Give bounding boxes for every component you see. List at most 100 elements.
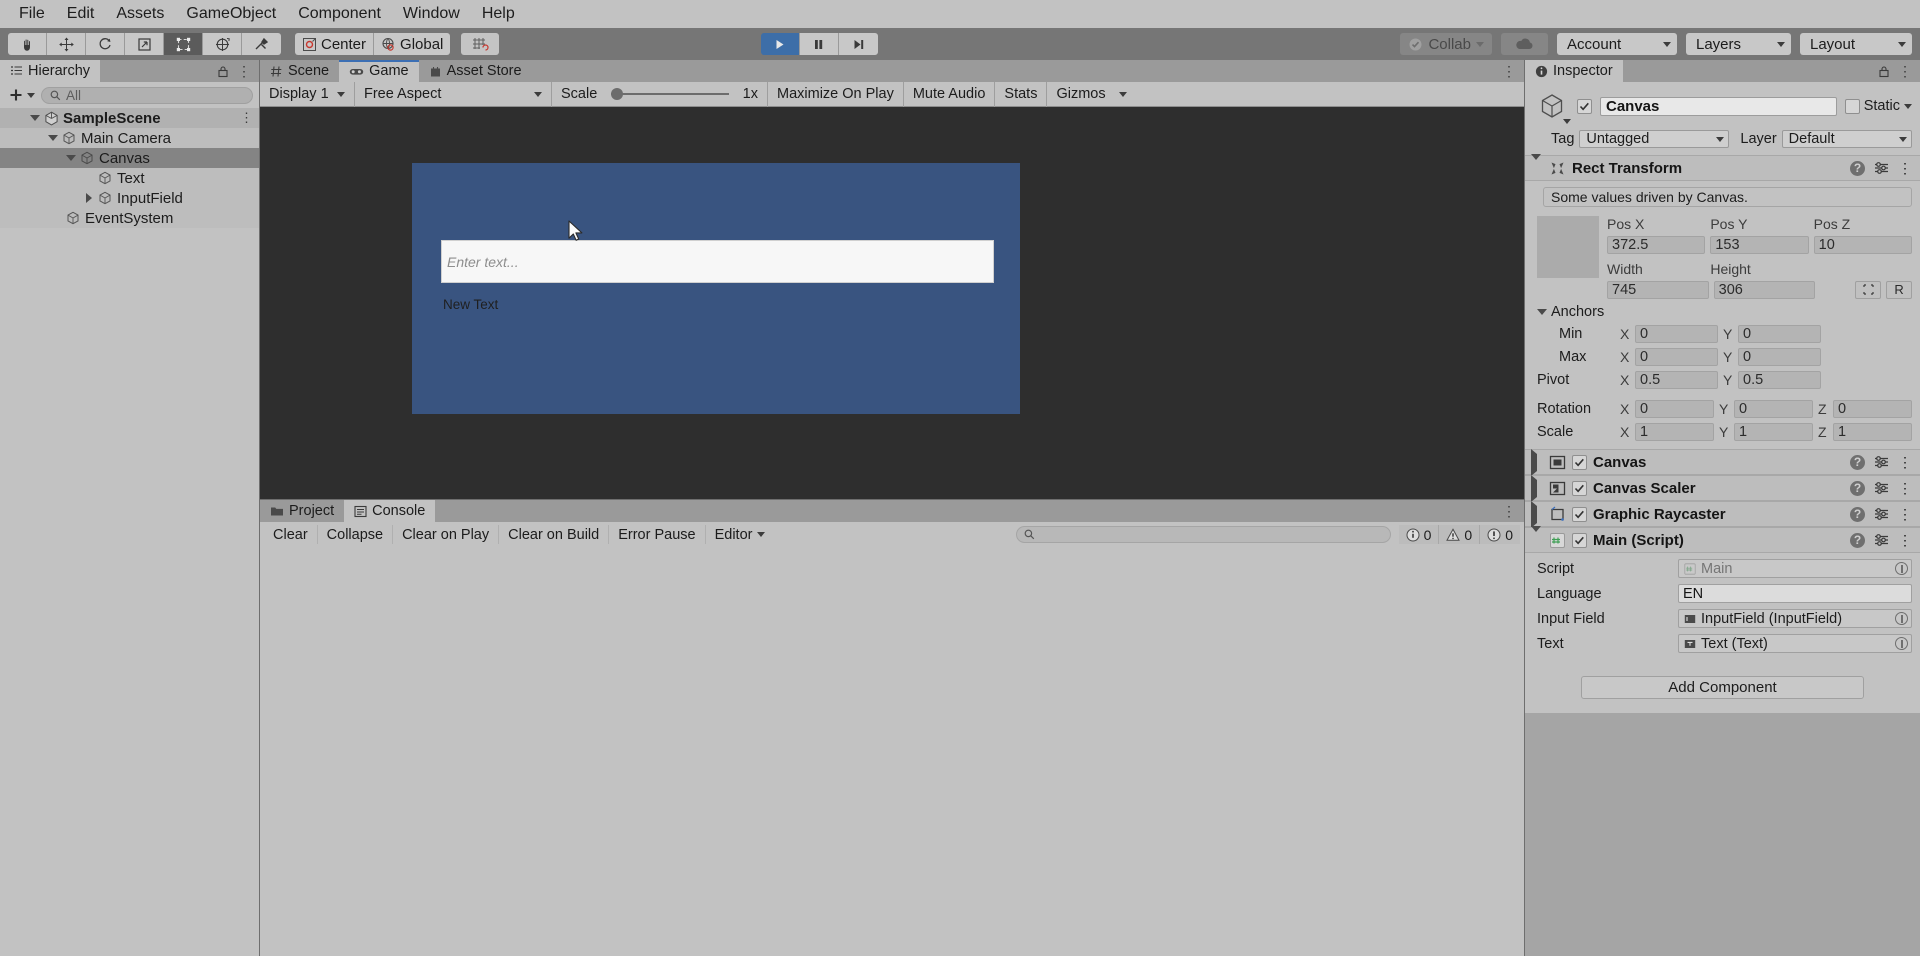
hierarchy-row-eventsystem[interactable]: EventSystem (0, 208, 259, 228)
help-icon[interactable]: ? (1850, 454, 1865, 470)
help-icon[interactable]: ? (1850, 480, 1865, 496)
rotation-z-field[interactable]: 0 (1833, 399, 1912, 418)
lock-icon[interactable] (217, 65, 229, 78)
scale-x-field[interactable]: 1 (1635, 422, 1714, 441)
transform-tool-button[interactable] (203, 33, 242, 55)
expand-toggle[interactable] (1531, 153, 1543, 177)
play-button[interactable] (760, 33, 800, 55)
log-count-badge[interactable]: 0 (1398, 525, 1440, 544)
collab-button[interactable]: Collab (1400, 33, 1492, 55)
rect-tool-button[interactable] (164, 33, 203, 55)
component-header-canvas-scaler[interactable]: Canvas Scaler ? ⋮ (1525, 474, 1920, 502)
menu-item-window[interactable]: Window (392, 2, 471, 26)
component-enabled-checkbox[interactable] (1572, 506, 1587, 522)
rotation-y-field[interactable]: 0 (1734, 399, 1813, 418)
hierarchy-menu-icon[interactable]: ⋮ (237, 64, 251, 78)
clear-on-build-button[interactable]: Clear on Build (499, 525, 610, 544)
grid-snapping-button[interactable] (461, 33, 500, 55)
preset-icon[interactable] (1874, 533, 1889, 547)
editor-dropdown[interactable]: Editor (706, 525, 775, 544)
text-object-field[interactable]: Text (Text) (1678, 634, 1912, 653)
move-tool-button[interactable] (47, 33, 86, 55)
clear-on-play-button[interactable]: Clear on Play (393, 525, 500, 544)
expand-toggle[interactable] (1531, 500, 1543, 528)
inputfield-object-field[interactable]: InputField (InputField) (1678, 609, 1912, 628)
tab-hierarchy[interactable]: Hierarchy (0, 60, 101, 82)
expand-toggle[interactable] (28, 115, 42, 121)
console-log-area[interactable] (260, 547, 1524, 956)
custom-tool-button[interactable] (242, 33, 281, 55)
static-toggle-group[interactable]: Static (1844, 98, 1912, 114)
menu-item-edit[interactable]: Edit (56, 2, 106, 26)
component-header-main-script[interactable]: Main (Script) ? ⋮ (1525, 525, 1920, 553)
hand-tool-button[interactable] (8, 33, 47, 55)
pos-z-field[interactable]: 10 (1813, 235, 1912, 254)
language-text-field[interactable]: EN (1678, 584, 1912, 603)
scale-tool-button[interactable] (125, 33, 164, 55)
anchor-min-y-field[interactable]: 0 (1738, 324, 1821, 343)
console-menu-icon[interactable]: ⋮ (1502, 504, 1516, 518)
layout-button[interactable]: Layout (1800, 33, 1912, 55)
help-icon[interactable]: ? (1850, 506, 1865, 522)
mute-audio-toggle[interactable]: Mute Audio (904, 81, 996, 107)
component-enabled-checkbox[interactable] (1572, 480, 1587, 496)
space-mode-button[interactable]: Global (374, 33, 451, 55)
inspector-menu-icon[interactable]: ⋮ (1898, 64, 1912, 78)
preset-icon[interactable] (1874, 455, 1889, 469)
scale-slider[interactable] (611, 88, 729, 100)
cloud-services-button[interactable] (1501, 33, 1548, 55)
anchor-max-y-field[interactable]: 0 (1738, 347, 1821, 366)
component-header-graphic-raycaster[interactable]: Graphic Raycaster ? ⋮ (1525, 500, 1920, 528)
menu-item-gameobject[interactable]: GameObject (175, 2, 287, 26)
chevron-down-icon[interactable] (1904, 103, 1912, 109)
scale-slider-group[interactable]: Scale 1x (552, 81, 768, 107)
rotate-tool-button[interactable] (86, 33, 125, 55)
width-field[interactable]: 745 (1607, 280, 1709, 299)
display-dropdown[interactable]: Display 1 (260, 81, 355, 107)
tag-dropdown[interactable]: Untagged (1579, 130, 1730, 148)
step-button[interactable] (838, 33, 878, 55)
add-component-button[interactable]: Add Component (1581, 676, 1864, 699)
clear-button[interactable]: Clear (264, 525, 318, 544)
component-enabled-checkbox[interactable] (1572, 532, 1587, 548)
expand-toggle[interactable] (1531, 474, 1543, 502)
hierarchy-row-canvas[interactable]: Canvas (0, 148, 259, 168)
expand-toggle[interactable] (1531, 525, 1543, 549)
pivot-x-field[interactable]: 0.5 (1635, 370, 1718, 389)
object-picker-icon[interactable] (1895, 612, 1908, 625)
anchor-max-x-field[interactable]: 0 (1635, 347, 1718, 366)
component-header-rect-transform[interactable]: Rect Transform ? ⋮ (1525, 153, 1920, 181)
menu-item-file[interactable]: File (8, 2, 56, 26)
layer-dropdown[interactable]: Default (1781, 130, 1912, 148)
anchor-min-x-field[interactable]: 0 (1635, 324, 1718, 343)
warning-count-badge[interactable]: 0 (1439, 525, 1481, 544)
tab-inspector[interactable]: Inspector (1525, 60, 1623, 82)
rotation-x-field[interactable]: 0 (1635, 399, 1714, 418)
preset-icon[interactable] (1874, 161, 1889, 175)
pause-button[interactable] (799, 33, 839, 55)
pos-x-field[interactable]: 372.5 (1607, 235, 1706, 254)
tab-asset-store[interactable]: Asset Store (418, 60, 532, 82)
tab-project[interactable]: Project (260, 500, 345, 522)
game-menu-icon[interactable]: ⋮ (1502, 64, 1516, 78)
object-enabled-checkbox[interactable] (1577, 98, 1592, 114)
component-menu-icon[interactable]: ⋮ (1898, 455, 1912, 469)
error-pause-button[interactable]: Error Pause (609, 525, 706, 544)
component-enabled-checkbox[interactable] (1572, 454, 1587, 470)
gizmos-toggle[interactable]: Gizmos (1047, 82, 1114, 107)
tab-game[interactable]: Game (339, 60, 419, 82)
maximize-on-play-toggle[interactable]: Maximize On Play (768, 81, 904, 107)
expand-toggle[interactable] (1531, 448, 1543, 476)
static-checkbox[interactable] (1844, 98, 1860, 114)
expand-toggle[interactable] (46, 135, 60, 141)
scene-menu-icon[interactable]: ⋮ (240, 110, 253, 126)
object-name-field[interactable]: Canvas (1600, 96, 1837, 116)
menu-item-help[interactable]: Help (471, 2, 526, 26)
game-input-field[interactable]: Enter text... (441, 240, 994, 283)
raw-edit-button[interactable]: R (1886, 280, 1913, 299)
expand-toggle[interactable] (64, 155, 78, 161)
hierarchy-row-inputfield[interactable]: InputField (0, 188, 259, 208)
create-object-button[interactable] (6, 87, 37, 103)
scale-slider-handle[interactable] (611, 88, 624, 100)
hierarchy-row-text[interactable]: Text (0, 168, 259, 188)
